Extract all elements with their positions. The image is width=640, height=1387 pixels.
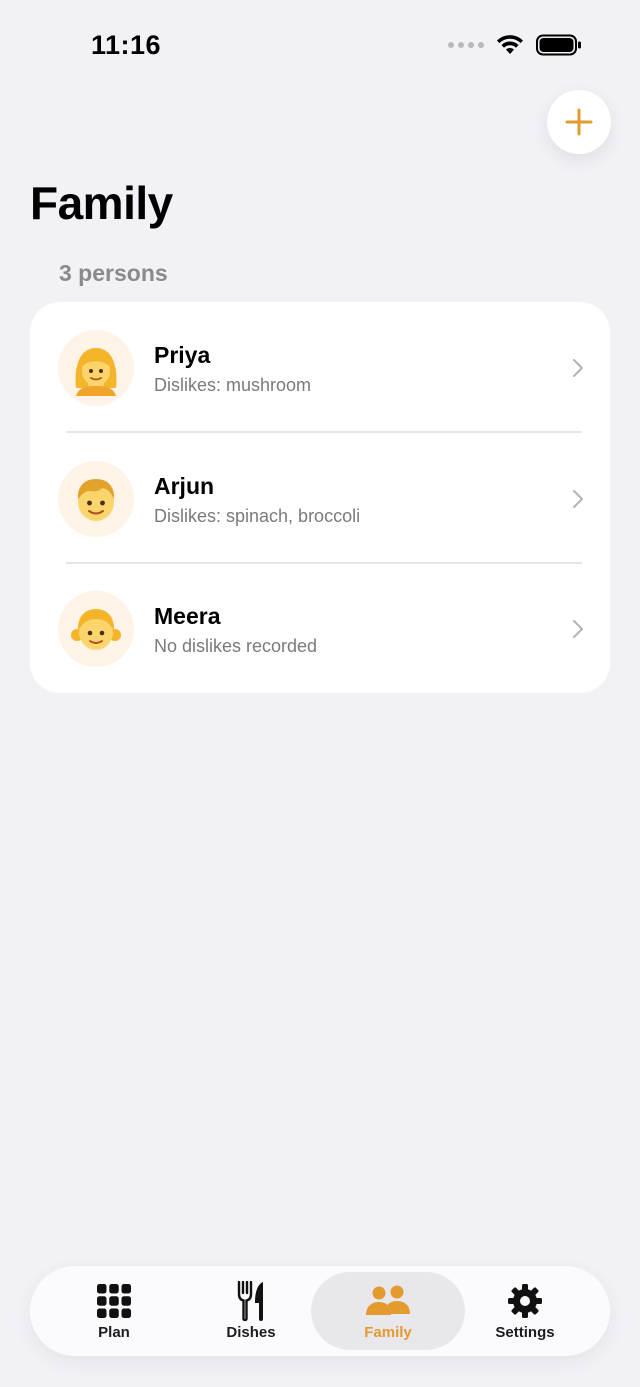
chevron-right-icon [573, 359, 583, 377]
person-count: 3 persons [59, 260, 168, 286]
member-dislikes: Dislikes: spinach, broccoli [154, 506, 361, 526]
member-name: Meera [154, 603, 221, 629]
member-dislikes: No dislikes recorded [154, 636, 318, 656]
member-name: Arjun [154, 473, 215, 499]
tab-label: Dishes [226, 1324, 276, 1341]
tab-bar: Plan Dishes Family Settings [30, 1266, 610, 1356]
tab-dishes[interactable]: Dishes [174, 1272, 328, 1350]
plus-icon [565, 108, 593, 136]
grid-icon [97, 1284, 131, 1318]
member-row-priya[interactable]: Priya Dislikes: mushroom [30, 302, 610, 432]
tab-settings[interactable]: Settings [448, 1272, 602, 1350]
cellular-signal-icon [448, 42, 484, 48]
chevron-right-icon [573, 490, 583, 508]
status-time: 11:16 [91, 30, 162, 60]
status-indicators [448, 34, 582, 56]
tab-label: Settings [495, 1324, 555, 1341]
member-name: Priya [154, 342, 211, 368]
gear-icon [508, 1284, 542, 1318]
tab-family[interactable]: Family [311, 1272, 465, 1350]
avatar [58, 591, 134, 667]
girl-emoji-icon [71, 609, 121, 650]
add-person-button[interactable] [547, 90, 611, 154]
battery-icon [536, 34, 581, 56]
family-list: Priya Dislikes: mushroom Arjun Dislikes:… [30, 302, 610, 693]
tab-label: Family [364, 1324, 412, 1341]
member-row-meera[interactable]: Meera No dislikes recorded [30, 563, 610, 693]
family-screen: 11:16 Family 3 persons Priya Dislikes: m… [0, 0, 640, 1387]
woman-emoji-icon [75, 348, 117, 396]
avatar [58, 461, 134, 537]
tab-label: Plan [98, 1324, 130, 1341]
page-title: Family [30, 177, 173, 229]
avatar [58, 330, 134, 406]
fork-knife-icon [237, 1281, 263, 1321]
member-dislikes: Dislikes: mushroom [154, 375, 312, 395]
chevron-right-icon [573, 620, 583, 638]
member-row-arjun[interactable]: Arjun Dislikes: spinach, broccoli [30, 433, 610, 563]
wifi-icon [497, 35, 523, 54]
tab-plan[interactable]: Plan [37, 1272, 191, 1350]
boy-emoji-icon [77, 479, 115, 521]
people-icon [366, 1285, 410, 1315]
